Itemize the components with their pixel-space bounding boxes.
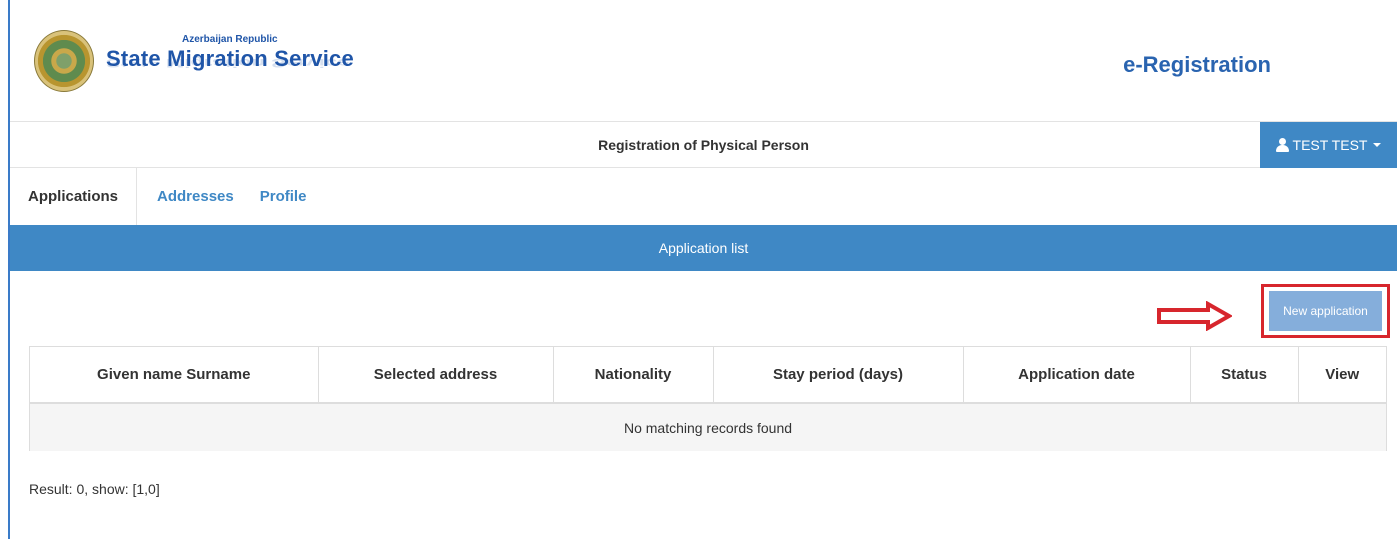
panel-heading: Application list	[10, 225, 1397, 271]
column-header-application-date[interactable]: Application date	[962, 347, 1190, 404]
tab-profile[interactable]: Profile	[254, 168, 325, 225]
applications-table: Given name Surname Selected address Nati…	[29, 346, 1387, 451]
caret-down-icon	[1373, 143, 1382, 147]
user-name: TEST TEST	[1292, 137, 1368, 153]
table-header-row: Given name Surname Selected address Nati…	[30, 347, 1386, 404]
user-menu-button[interactable]: TEST TEST	[1260, 122, 1397, 168]
table-row: No matching records found	[30, 403, 1386, 451]
column-header-nationality[interactable]: Nationality	[552, 347, 713, 404]
column-header-address[interactable]: Selected address	[317, 347, 553, 404]
column-header-name[interactable]: Given name Surname	[30, 347, 318, 404]
app-title: e-Registration	[1123, 52, 1271, 77]
org-title-reflection: State Migration Service	[106, 56, 350, 70]
page-title: Registration of Physical Person	[598, 137, 809, 153]
panel-title: Application list	[658, 240, 749, 256]
site-header: Azerbaijan Republic State Migration Serv…	[10, 0, 1397, 121]
tab-addresses[interactable]: Addresses	[137, 168, 254, 225]
column-header-stay-period[interactable]: Stay period (days)	[712, 347, 963, 404]
state-emblem-icon	[34, 30, 94, 92]
column-header-status[interactable]: Status	[1189, 347, 1298, 404]
column-header-view[interactable]: View	[1297, 347, 1386, 404]
page-title-bar: Registration of Physical Person TEST TES…	[10, 121, 1397, 168]
new-application-button[interactable]: New application	[1269, 291, 1382, 331]
user-icon	[1275, 138, 1289, 152]
nav-tabs: Applications Addresses Profile	[10, 168, 1397, 225]
result-summary: Result: 0, show: [1,0]	[29, 481, 160, 497]
empty-message: No matching records found	[30, 403, 1386, 451]
org-subtitle: Azerbaijan Republic	[182, 34, 278, 45]
red-arrow-icon	[1157, 301, 1232, 331]
highlight-box: New application	[1261, 284, 1390, 338]
tab-applications[interactable]: Applications	[10, 168, 138, 225]
